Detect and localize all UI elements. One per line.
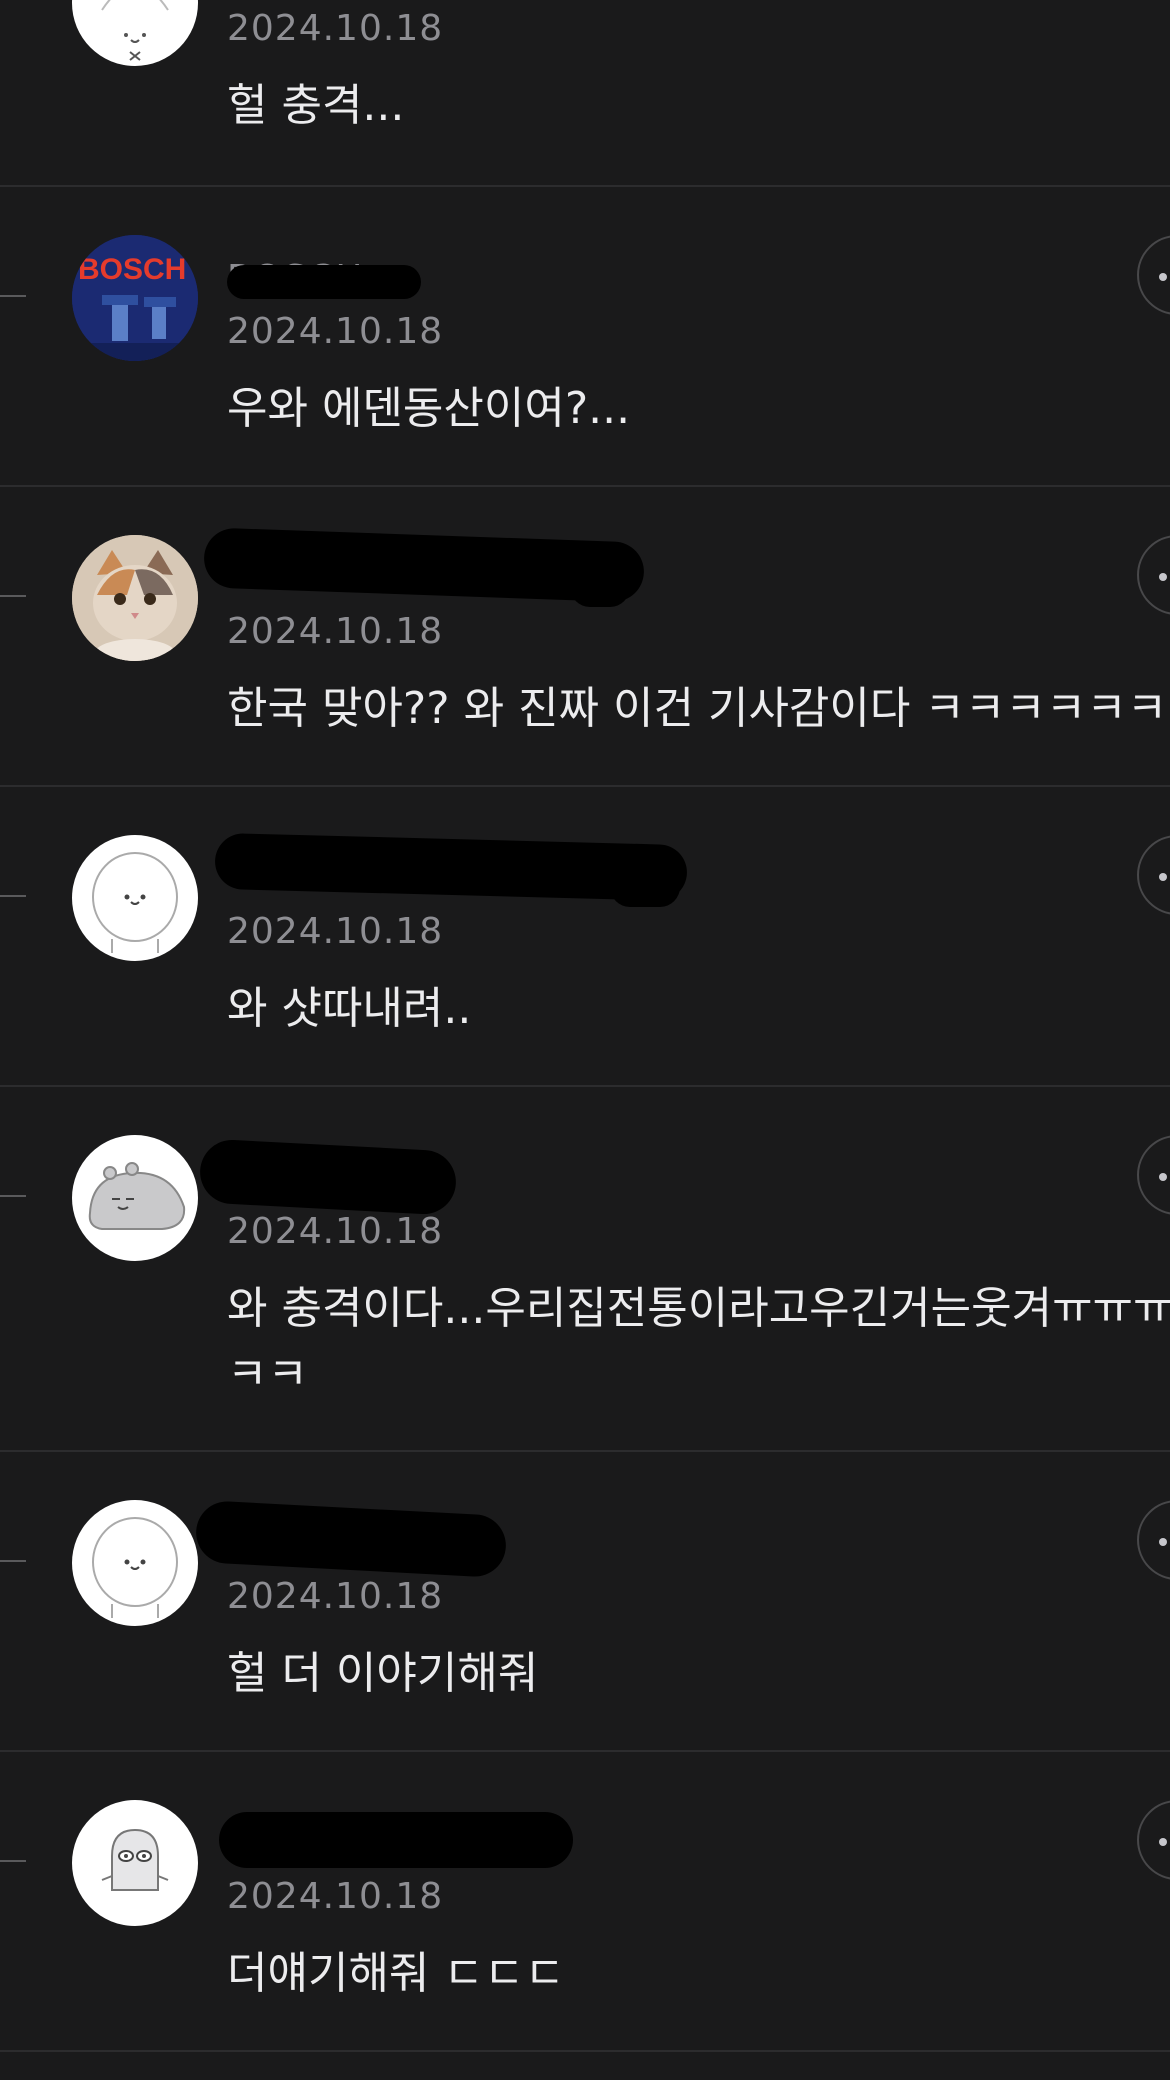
redacted-name xyxy=(194,1499,508,1579)
more-dot-icon xyxy=(1159,873,1167,881)
cat-avatar xyxy=(72,535,198,661)
redacted-name xyxy=(570,567,630,607)
redacted-name xyxy=(219,1812,573,1868)
svg-text:BOSCH: BOSCH xyxy=(78,253,186,286)
comment-item: 2024.10.18 와 충격이다...우리집전통이라고우긴거는웃겨ㅠㅠㅠ ㅋㅋ xyxy=(0,1087,1170,1452)
more-options-button[interactable] xyxy=(1137,1800,1170,1880)
thread-line xyxy=(0,295,26,297)
avatar[interactable] xyxy=(72,0,198,66)
smiling-bear-icon xyxy=(73,1501,197,1625)
redacted-name xyxy=(610,867,680,907)
comment-text-continued: ㅋㅋ xyxy=(227,1349,308,1400)
more-options-button[interactable] xyxy=(1137,835,1170,915)
avatar[interactable] xyxy=(72,535,198,661)
more-options-button[interactable] xyxy=(1137,1500,1170,1580)
more-dot-icon xyxy=(1159,1838,1167,1846)
redacted-name xyxy=(198,1138,458,1216)
avatar[interactable] xyxy=(72,1500,198,1626)
comment-item: 2024.10.18 한국 맞아?? 와 진짜 이건 기사감이다 ㅋㅋㅋㅋㅋㅋ xyxy=(0,487,1170,787)
bosch-avatar: BOSCH xyxy=(72,235,198,361)
comment-text: 우와 에덴동산이여?... xyxy=(227,383,631,434)
comment-text: 헐 더 이야기해줘 xyxy=(227,1648,539,1699)
comment-date: 2024.10.18 xyxy=(227,1211,444,1252)
thread-line xyxy=(0,1195,26,1197)
comment-item: 2024.10.18 헐 충격... xyxy=(0,0,1170,187)
thread-line xyxy=(0,1860,26,1862)
more-dot-icon xyxy=(1159,273,1167,281)
thread-line xyxy=(0,895,26,897)
comment-text: 더얘기해줘 ㄷㄷㄷ xyxy=(227,1948,565,1999)
comment-text: 와 샷따내려.. xyxy=(227,983,472,1034)
comment-date: 2024.10.18 xyxy=(227,311,444,352)
comment-date: 2024.10.18 xyxy=(227,8,444,49)
more-options-button[interactable] xyxy=(1137,235,1170,315)
avatar[interactable] xyxy=(72,1800,198,1926)
smiling-bear-icon xyxy=(73,836,197,960)
comment-date: 2024.10.18 xyxy=(227,1576,444,1617)
more-dot-icon xyxy=(1159,1173,1167,1181)
grey-creature-icon xyxy=(73,1136,197,1260)
redacted-name xyxy=(227,265,421,299)
thread-line xyxy=(0,1560,26,1562)
avatar[interactable] xyxy=(72,1135,198,1261)
ghost-creature-icon xyxy=(73,1801,197,1925)
comment-item: 2024.10.18 헐 더 이야기해줘 xyxy=(0,1452,1170,1752)
comment-text: 와 충격이다...우리집전통이라고우긴거는웃겨ㅠㅠㅠ xyxy=(227,1283,1170,1334)
comment-text: 한국 맞아?? 와 진짜 이건 기사감이다 ㅋㅋㅋㅋㅋㅋ xyxy=(227,683,1168,734)
avatar[interactable] xyxy=(72,835,198,961)
comment-item: 2024.10.18 와 샷따내려.. xyxy=(0,787,1170,1087)
comment-date: 2024.10.18 xyxy=(227,1876,444,1917)
comment-item: 2024.10.18 더얘기해줘 ㄷㄷㄷ xyxy=(0,1752,1170,2052)
comment-date: 2024.10.18 xyxy=(227,611,444,652)
avatar[interactable]: BOSCH xyxy=(72,235,198,361)
comment-item: BOSCH BOSCH 2024.10.18 우와 에덴동산이여?... xyxy=(0,187,1170,487)
more-dot-icon xyxy=(1159,573,1167,581)
thread-line xyxy=(0,595,26,597)
comment-date: 2024.10.18 xyxy=(227,911,444,952)
more-options-button[interactable] xyxy=(1137,1135,1170,1215)
more-options-button[interactable] xyxy=(1137,535,1170,615)
smiling-bear-x-icon xyxy=(73,0,197,65)
more-dot-icon xyxy=(1159,1538,1167,1546)
comment-text: 헐 충격... xyxy=(227,80,405,131)
